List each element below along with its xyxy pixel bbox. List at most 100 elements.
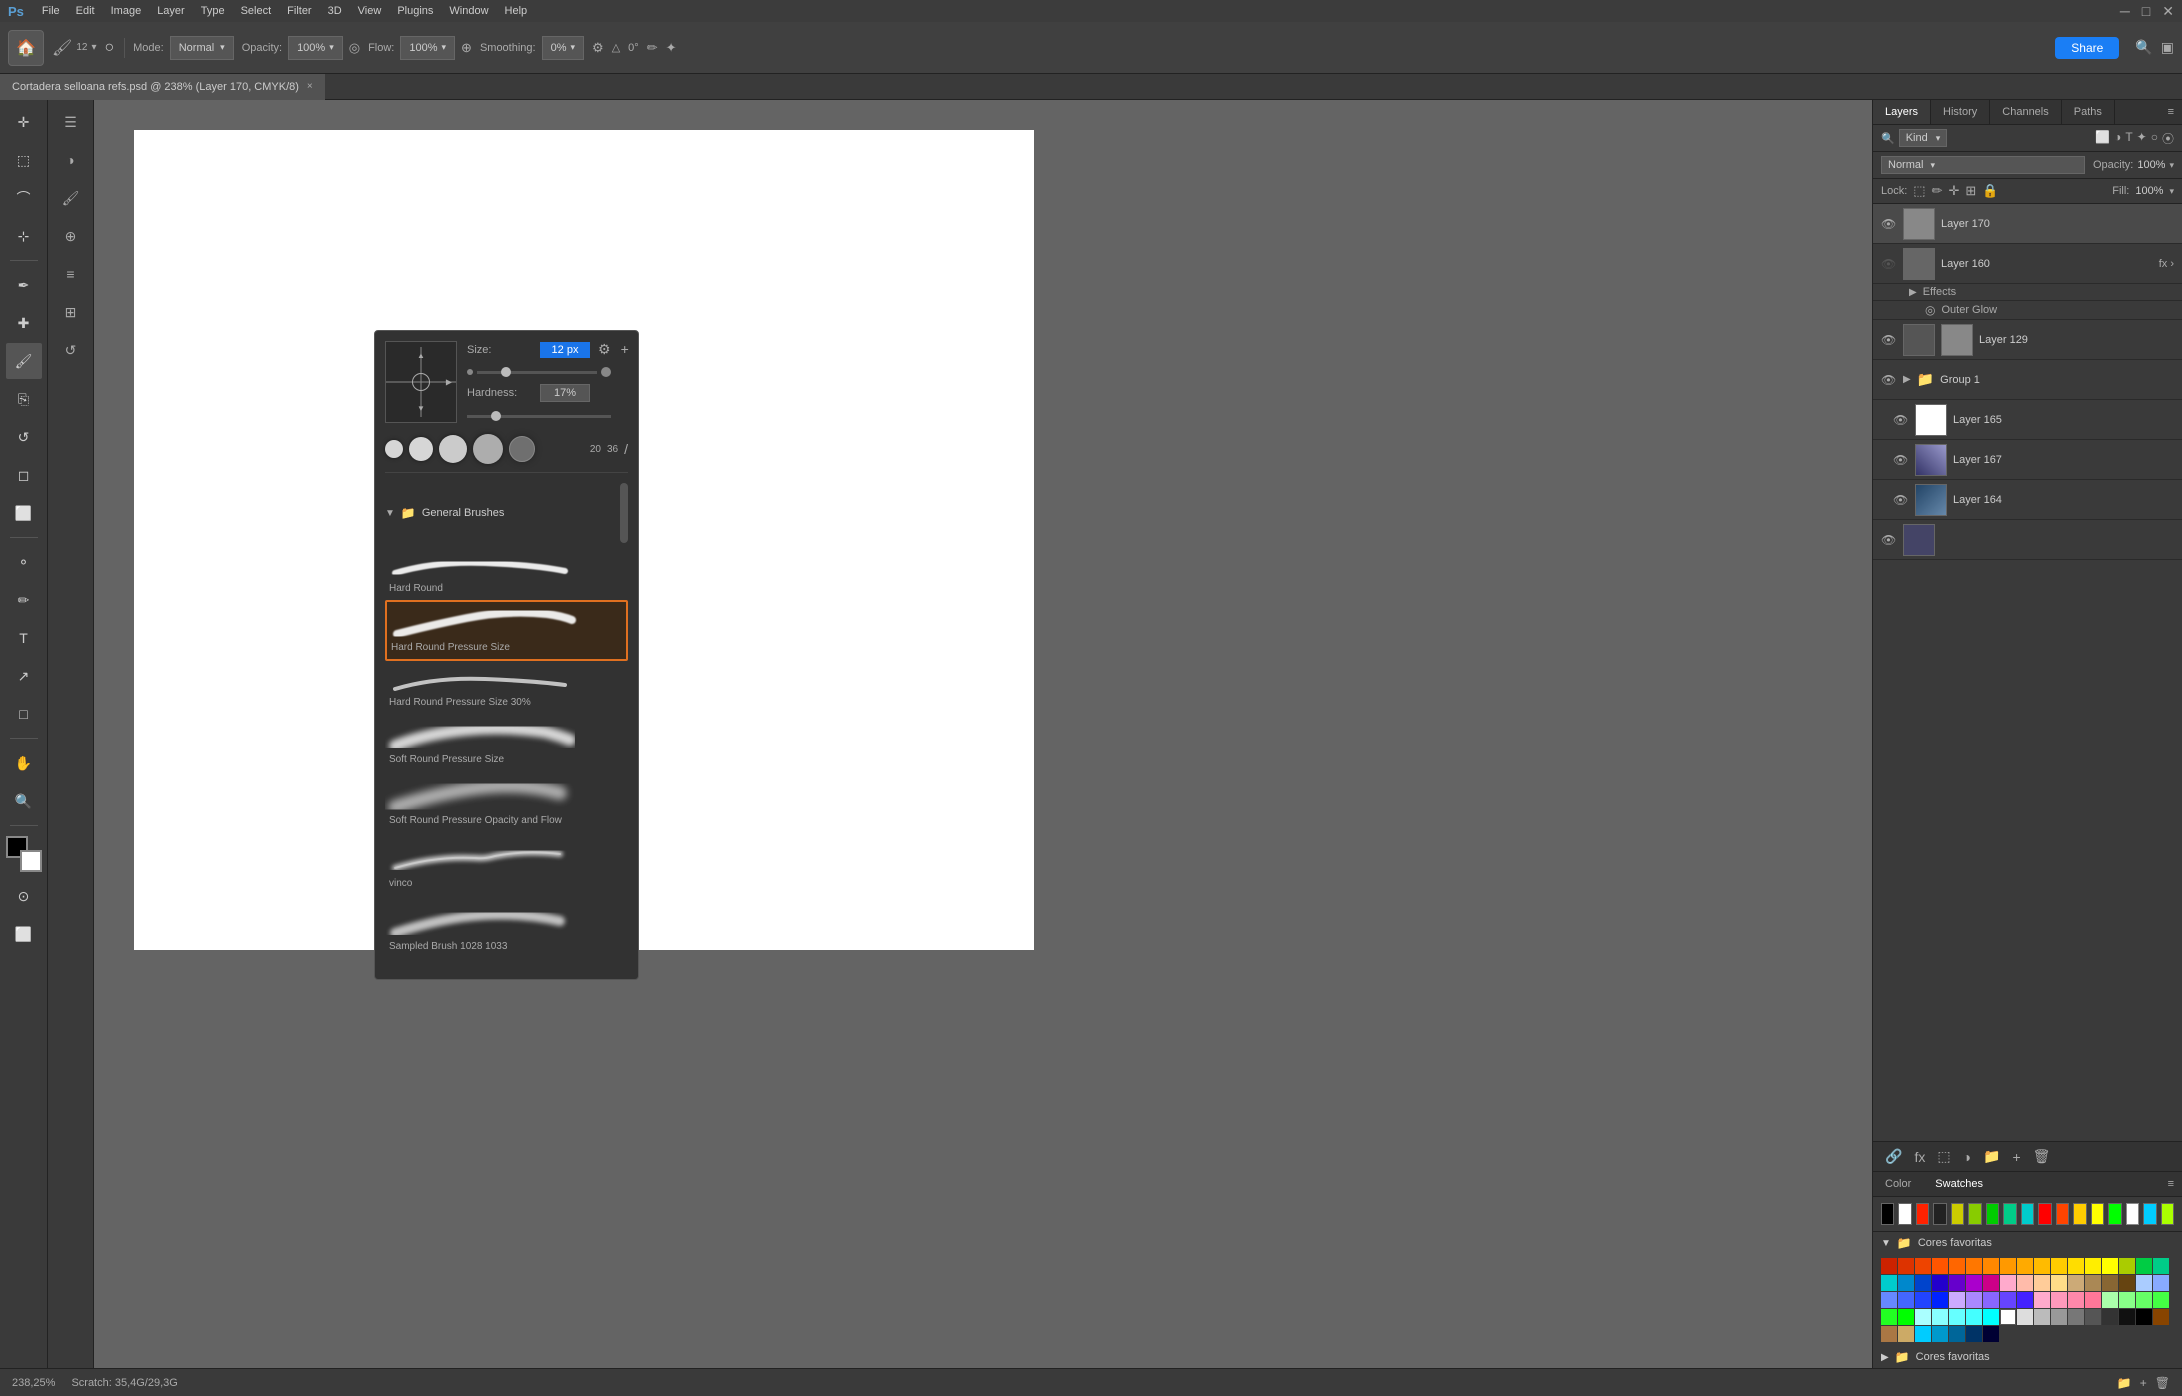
- swatch-chartreuse[interactable]: [2161, 1203, 2174, 1225]
- grid-swatch[interactable]: [2102, 1309, 2118, 1325]
- tab-swatches[interactable]: Swatches: [1923, 1172, 1995, 1196]
- move-tool[interactable]: ✛: [6, 104, 42, 140]
- grid-swatch[interactable]: [2000, 1275, 2016, 1291]
- grid-swatch[interactable]: [1983, 1258, 1999, 1274]
- swatch-green[interactable]: [1986, 1203, 1999, 1225]
- flow-dropdown[interactable]: 100% ▾: [400, 36, 455, 60]
- filter-shape-icon[interactable]: ✦: [2137, 130, 2147, 147]
- home-button[interactable]: 🏠: [8, 30, 44, 66]
- grid-swatch[interactable]: [1932, 1258, 1948, 1274]
- grid-swatch[interactable]: [2000, 1258, 2016, 1274]
- menu-help[interactable]: Help: [499, 3, 534, 19]
- grid-swatch[interactable]: [2068, 1275, 2084, 1291]
- grid-swatch[interactable]: [2000, 1309, 2016, 1325]
- history-icon[interactable]: ↺: [53, 332, 89, 368]
- settings-icon[interactable]: ⚙: [592, 40, 604, 56]
- grid-swatch[interactable]: [1932, 1275, 1948, 1291]
- grid-swatch[interactable]: [2051, 1275, 2067, 1291]
- status-add-btn[interactable]: +: [2140, 1376, 2147, 1390]
- grid-swatch[interactable]: [1932, 1326, 1948, 1342]
- brush-category[interactable]: ▼ 📁 General Brushes: [385, 483, 628, 543]
- visibility-129[interactable]: 👁: [1881, 333, 1897, 347]
- grid-swatch[interactable]: [1966, 1326, 1982, 1342]
- layer-item-167[interactable]: 👁 Layer 167: [1873, 440, 2182, 480]
- properties-icon[interactable]: ≡: [53, 256, 89, 292]
- tab-color[interactable]: Color: [1873, 1172, 1923, 1196]
- navigator-icon[interactable]: ⊞: [53, 294, 89, 330]
- layer-item-more[interactable]: 👁: [1873, 520, 2182, 560]
- clone-tool[interactable]: ⎘: [6, 381, 42, 417]
- grid-swatch[interactable]: [2153, 1275, 2169, 1291]
- tab-paths[interactable]: Paths: [2062, 100, 2115, 124]
- filter-pixel-icon[interactable]: ⬜: [2095, 130, 2110, 147]
- grid-swatch[interactable]: [1898, 1326, 1914, 1342]
- tab-layers[interactable]: Layers: [1873, 100, 1931, 124]
- opacity-value-layers[interactable]: 100%: [2137, 159, 2165, 171]
- menu-plugins[interactable]: Plugins: [391, 3, 439, 19]
- brush-settings-gear[interactable]: ⚙: [598, 341, 611, 358]
- grid-swatch[interactable]: [2068, 1292, 2084, 1308]
- screen-mode-tool[interactable]: ⬜: [6, 916, 42, 952]
- menu-layer[interactable]: Layer: [151, 3, 191, 19]
- grid-swatch[interactable]: [2017, 1309, 2033, 1325]
- menu-filter[interactable]: Filter: [281, 3, 317, 19]
- grid-swatch[interactable]: [1915, 1292, 1931, 1308]
- effects-collapse-icon[interactable]: ▶: [1909, 287, 1917, 298]
- lock-all-icon[interactable]: 🔒: [1982, 183, 1998, 199]
- grid-swatch[interactable]: [2153, 1309, 2169, 1325]
- grid-swatch[interactable]: [2136, 1309, 2152, 1325]
- scrollbar[interactable]: [620, 483, 628, 543]
- crop-tool[interactable]: ⊹: [6, 218, 42, 254]
- grid-swatch[interactable]: [1915, 1258, 1931, 1274]
- angle-icon[interactable]: △: [612, 41, 620, 54]
- layer-item-165[interactable]: 👁 Layer 165: [1873, 400, 2182, 440]
- opacity-dropdown[interactable]: 100% ▾: [288, 36, 343, 60]
- brush-item-soft-round-pressure-opacity[interactable]: Soft Round Pressure Opacity and Flow: [385, 771, 628, 832]
- grid-swatch[interactable]: [1949, 1258, 1965, 1274]
- brush-item-soft-round-pressure-size[interactable]: Soft Round Pressure Size: [385, 714, 628, 771]
- gradient-tool[interactable]: ⬜: [6, 495, 42, 531]
- visibility-165[interactable]: 👁: [1893, 413, 1909, 427]
- link-layers-btn[interactable]: 🔗: [1881, 1146, 1906, 1167]
- fill-arrow[interactable]: ▾: [2169, 186, 2174, 197]
- swatch-black[interactable]: [1881, 1203, 1894, 1225]
- grid-swatch[interactable]: [2119, 1258, 2135, 1274]
- swatch-orange[interactable]: [2056, 1203, 2069, 1225]
- grid-swatch[interactable]: [2051, 1292, 2067, 1308]
- grid-swatch[interactable]: [2119, 1292, 2135, 1308]
- grid-swatch[interactable]: [2136, 1292, 2152, 1308]
- fill-value[interactable]: 100%: [2135, 185, 2163, 197]
- hardness-value[interactable]: 17%: [540, 384, 590, 402]
- grid-swatch[interactable]: [1966, 1309, 1982, 1325]
- pen-pressure-icon[interactable]: ✏: [647, 40, 658, 56]
- grid-swatch[interactable]: [2034, 1309, 2050, 1325]
- brush-tool-icon[interactable]: 🖌: [52, 38, 72, 58]
- filter-smart-icon[interactable]: ○: [2151, 130, 2158, 147]
- preset-1[interactable]: [385, 440, 403, 458]
- search-layers-icon[interactable]: 🔍: [1881, 132, 1895, 145]
- brush-item-hard-round-pressure-size-30[interactable]: Hard Round Pressure Size 30%: [385, 661, 628, 714]
- grid-swatch[interactable]: [1932, 1292, 1948, 1308]
- filter-active[interactable]: ⦿: [2162, 130, 2174, 147]
- grid-swatch[interactable]: [2085, 1275, 2101, 1291]
- add-brush-btn[interactable]: +: [621, 341, 629, 357]
- brush-settings-icon[interactable]: 🖌: [53, 180, 89, 216]
- layer-item-160[interactable]: 👁 Layer 160 fx ›: [1873, 244, 2182, 284]
- swatches-section-cores[interactable]: ▼ 📁 Cores favoritas: [1873, 1232, 2182, 1254]
- swatch-yellow[interactable]: [1951, 1203, 1964, 1225]
- grid-swatch[interactable]: [1898, 1309, 1914, 1325]
- grid-swatch[interactable]: [1966, 1292, 1982, 1308]
- grid-swatch[interactable]: [2119, 1309, 2135, 1325]
- brush-dropdown-icon[interactable]: ▾: [91, 42, 96, 53]
- group-expand-icon[interactable]: ▶: [1903, 374, 1911, 385]
- path-selection-tool[interactable]: ↗: [6, 658, 42, 694]
- menu-select[interactable]: Select: [235, 3, 278, 19]
- zoom-tool[interactable]: 🔍: [6, 783, 42, 819]
- grid-swatch[interactable]: [1881, 1326, 1897, 1342]
- add-mask-btn[interactable]: ⬚: [1933, 1146, 1954, 1167]
- grid-swatch[interactable]: [2017, 1275, 2033, 1291]
- lock-artboard-icon[interactable]: ⊞: [1965, 183, 1976, 199]
- grid-swatch[interactable]: [1949, 1326, 1965, 1342]
- new-fill-btn[interactable]: ◑: [1959, 1147, 1975, 1167]
- grid-swatch[interactable]: [2119, 1275, 2135, 1291]
